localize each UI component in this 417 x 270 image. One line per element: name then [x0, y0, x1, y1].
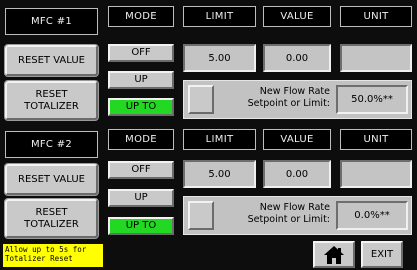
mfc1-mode-up-button[interactable]: UP	[108, 71, 174, 89]
mfc1-mode-off-button[interactable]: OFF	[108, 44, 174, 62]
mfc1-reset-totalizer-button[interactable]: RESET TOTALIZER	[4, 80, 99, 121]
mfc1-header-limit: LIMIT	[183, 6, 256, 27]
home-button[interactable]	[313, 241, 355, 268]
mfc1-setpoint-label: New Flow Rate Setpoint or Limit:	[247, 86, 330, 109]
mfc1-mode-up-to-button[interactable]: UP TO	[108, 98, 174, 116]
home-icon	[324, 245, 344, 264]
mfc1-header-value: VALUE	[263, 6, 331, 27]
mfc2-unit-field	[340, 160, 412, 188]
mfc2-setpoint-toggle-button[interactable]	[188, 201, 214, 230]
mfc2-header-limit: LIMIT	[183, 129, 256, 150]
mfc1-title: MFC #1	[5, 8, 98, 35]
mfc2-setpoint-panel: New Flow Rate Setpoint or Limit: 0.0%**	[183, 196, 412, 235]
mfc2-header-mode: MODE	[108, 129, 174, 150]
mfc2-header-value: VALUE	[263, 129, 331, 150]
mfc1-setpoint-toggle-button[interactable]	[188, 85, 214, 114]
mfc2-limit-field[interactable]: 5.00	[183, 160, 256, 188]
mfc1-reset-value-button[interactable]: RESET VALUE	[4, 44, 99, 77]
mfc1-setpoint-field[interactable]: 50.0%**	[336, 85, 408, 114]
mfc2-title: MFC #2	[5, 131, 98, 158]
mfc1-setpoint-panel: New Flow Rate Setpoint or Limit: 50.0%**	[183, 80, 412, 119]
mfc2-setpoint-field[interactable]: 0.0%**	[336, 201, 408, 230]
mfc1-header-mode: MODE	[108, 6, 174, 27]
exit-button[interactable]: EXIT	[361, 241, 403, 268]
mfc2-mode-off-button[interactable]: OFF	[108, 161, 174, 179]
totalizer-reset-note: Allow up to 5s for Totalizer Reset	[3, 244, 103, 267]
mfc2-header-unit: UNIT	[340, 129, 412, 150]
mfc1-value-field: 0.00	[263, 44, 331, 72]
mfc1-header-unit: UNIT	[340, 6, 412, 27]
mfc2-reset-value-button[interactable]: RESET VALUE	[4, 163, 99, 196]
mfc2-mode-up-button[interactable]: UP	[108, 189, 174, 207]
mfc2-setpoint-label: New Flow Rate Setpoint or Limit:	[247, 202, 330, 225]
mfc2-value-field: 0.00	[263, 160, 331, 188]
mfc1-limit-field[interactable]: 5.00	[183, 44, 256, 72]
mfc2-mode-up-to-button[interactable]: UP TO	[108, 217, 174, 235]
mfc1-unit-field	[340, 44, 412, 72]
mfc2-reset-totalizer-button[interactable]: RESET TOTALIZER	[4, 198, 99, 239]
